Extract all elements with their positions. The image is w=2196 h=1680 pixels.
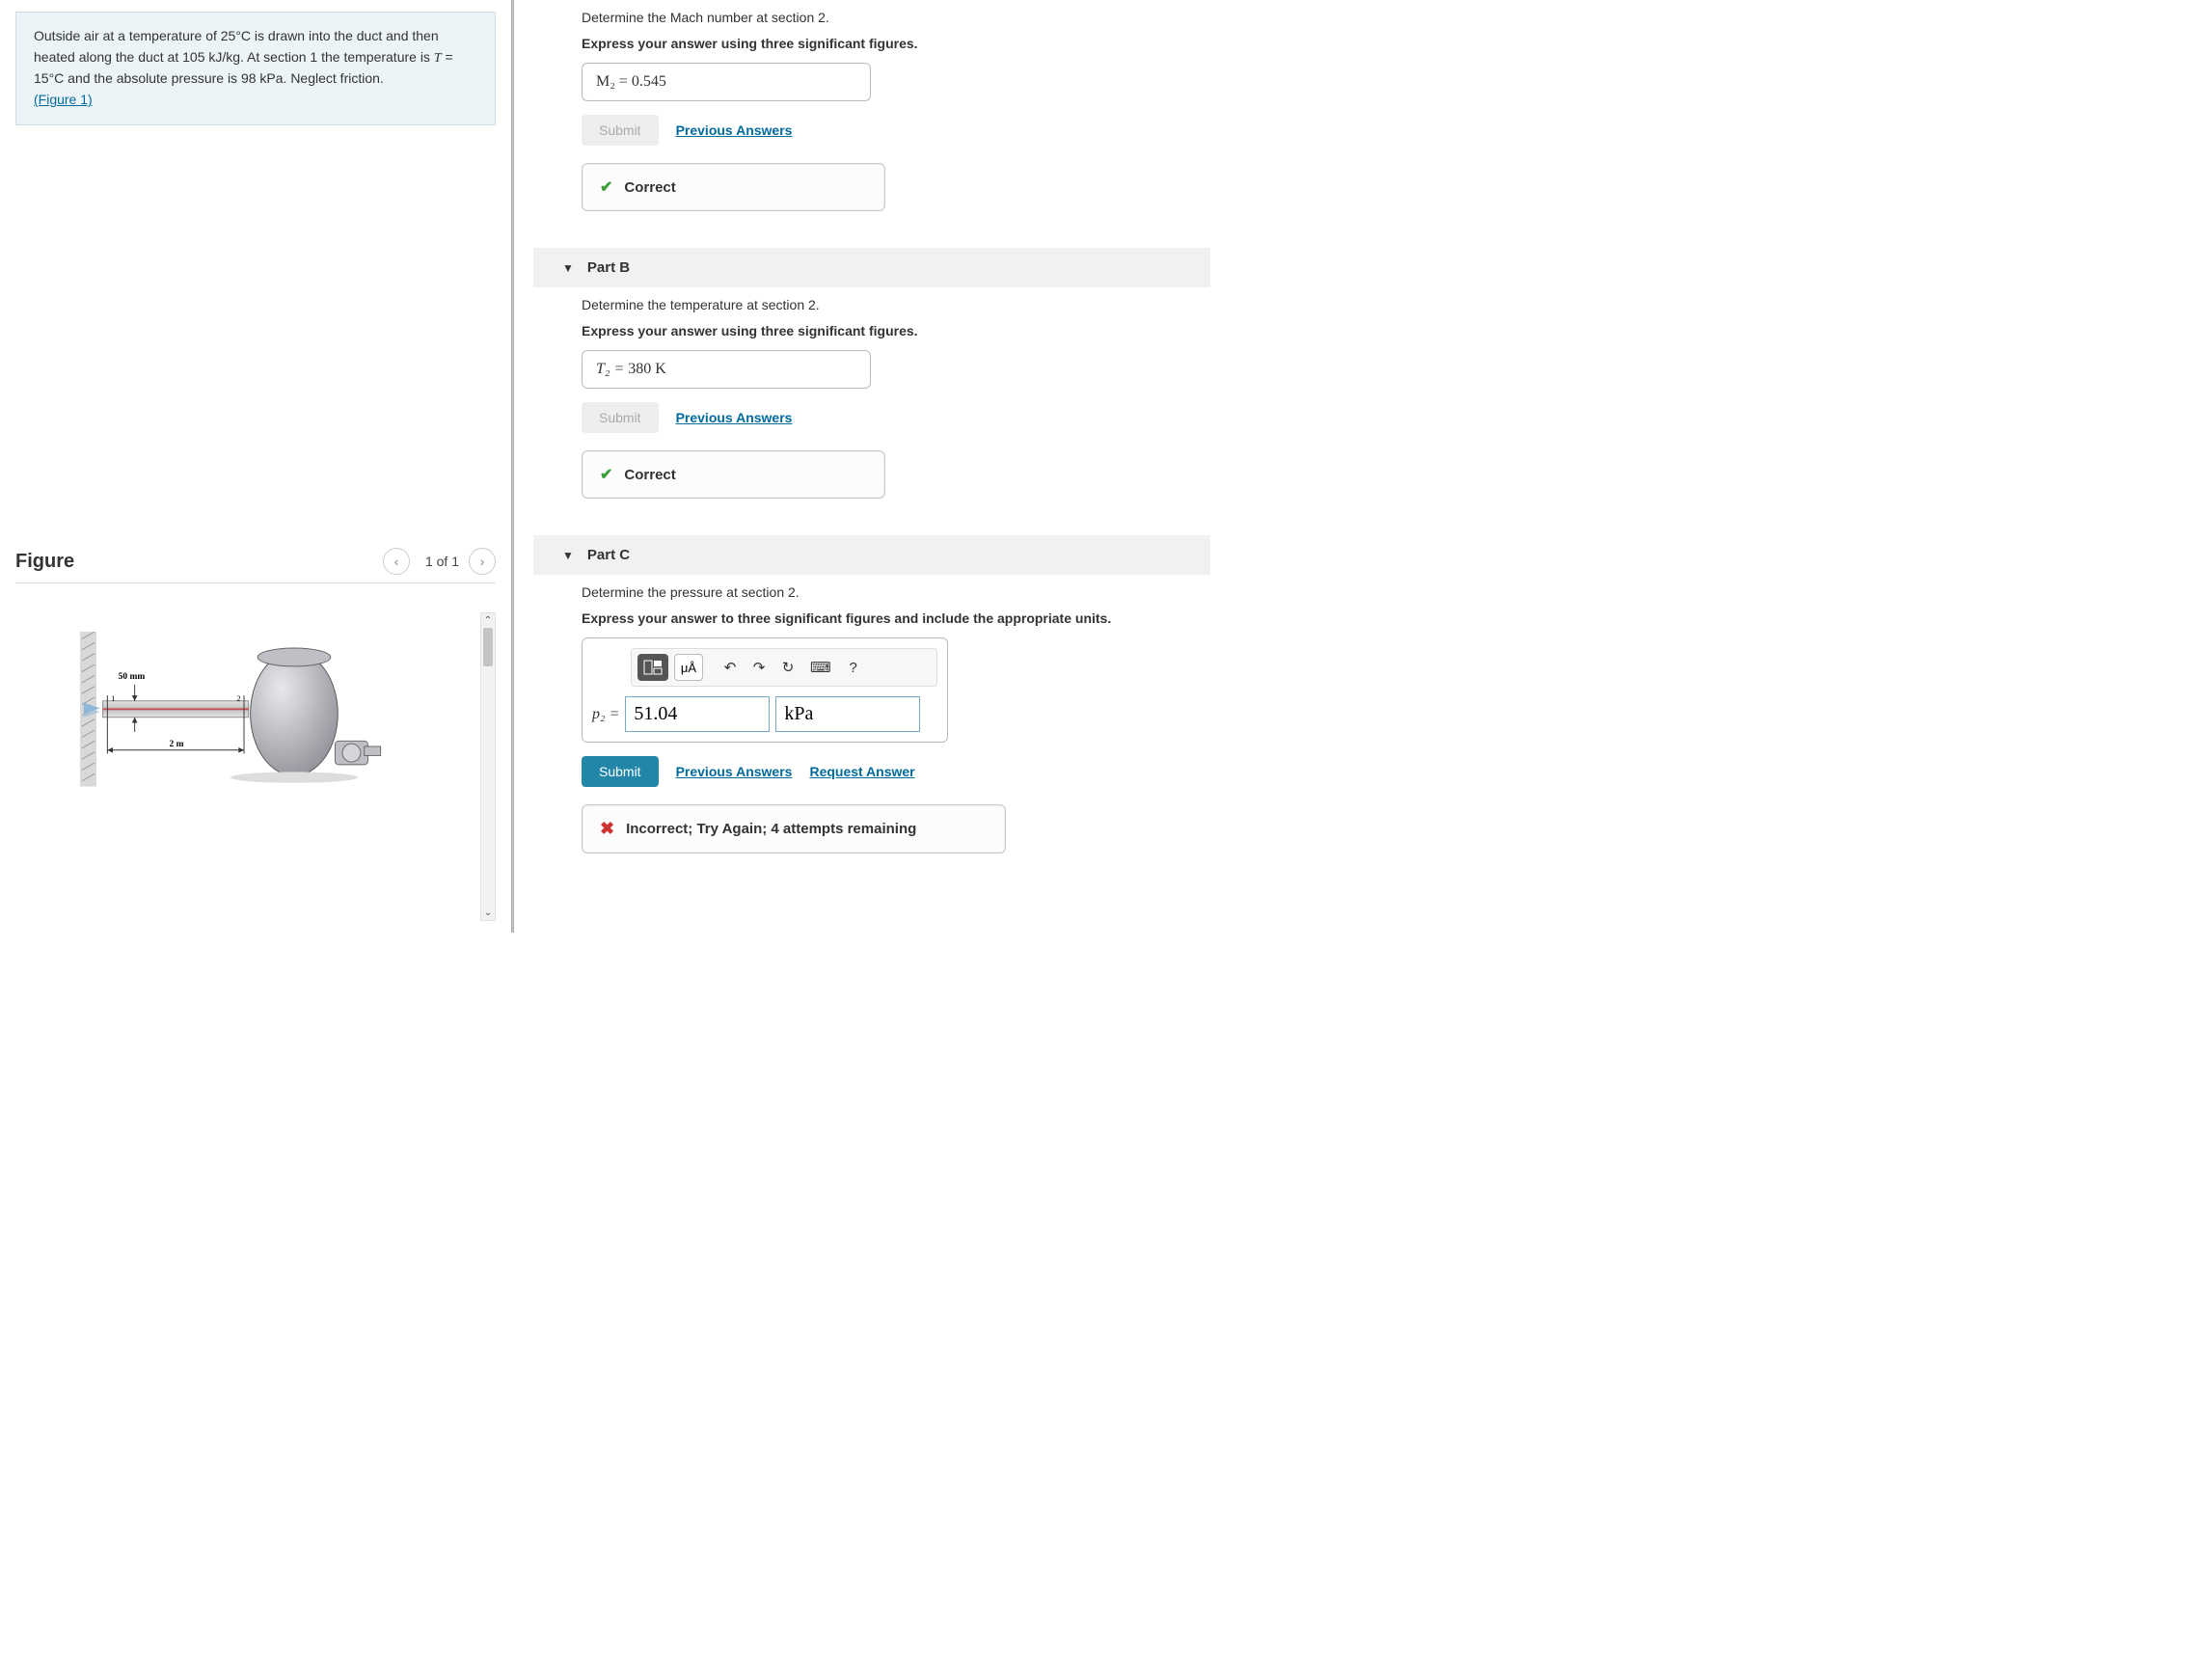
partC-input-panel: μÅ ↶ ↷ ↻ ⌨ ? p₂ =	[582, 637, 948, 743]
keyboard-icon[interactable]: ⌨	[805, 654, 836, 681]
undo-icon[interactable]: ↶	[718, 654, 742, 681]
partB-submit-button[interactable]: Submit	[582, 402, 659, 433]
partA-answer: M₂ = 0.545	[582, 63, 871, 101]
partB-answer-val: 380	[628, 361, 651, 377]
partC-lhs: p₂ =	[592, 706, 619, 723]
figure-counter: 1 of 1	[425, 554, 459, 569]
figure-header: Figure ‹ 1 of 1 ›	[15, 540, 496, 583]
figure-title: Figure	[15, 551, 383, 573]
help-icon[interactable]: ?	[842, 654, 865, 681]
check-icon: ✔	[600, 465, 612, 484]
partB-title: Part B	[587, 259, 630, 276]
reset-icon[interactable]: ↻	[776, 654, 800, 681]
partB-instruction: Express your answer using three signific…	[582, 323, 1191, 339]
partC-prompt: Determine the pressure at section 2.	[582, 583, 1191, 603]
partB-answer-unit: K	[651, 361, 666, 377]
figure-link[interactable]: (Figure 1)	[34, 92, 93, 107]
partA-instruction: Express your answer using three signific…	[582, 36, 1191, 51]
partA-submit-button[interactable]: Submit	[582, 115, 659, 146]
figure-label-50mm: 50 mm	[119, 672, 146, 682]
partC-value-input[interactable]	[625, 696, 770, 732]
scroll-thumb[interactable]	[483, 628, 493, 666]
figure-prev-button[interactable]: ‹	[383, 548, 410, 575]
figure-label-2: 2	[236, 693, 240, 703]
partC-title: Part C	[587, 547, 630, 563]
partC-feedback: ✖ Incorrect; Try Again; 4 attempts remai…	[582, 804, 1006, 854]
units-button[interactable]: μÅ	[674, 654, 703, 681]
partC-header[interactable]: ▼ Part C	[533, 535, 1210, 575]
problem-var-T: T	[434, 51, 442, 66]
partA-previous-answers-link[interactable]: Previous Answers	[676, 122, 793, 138]
partC-instruction: Express your answer to three significant…	[582, 610, 1191, 626]
figure-label-2m: 2 m	[170, 740, 184, 749]
check-icon: ✔	[600, 177, 612, 197]
templates-icon[interactable]	[637, 654, 668, 681]
caret-down-icon: ▼	[562, 261, 574, 275]
scroll-up-icon[interactable]: ⌃	[484, 613, 492, 628]
partC-submit-button[interactable]: Submit	[582, 756, 659, 787]
figure-image: 1 2 50 mm 2 m	[15, 612, 473, 806]
partA-prompt: Determine the Mach number at section 2.	[582, 8, 1191, 28]
partC-feedback-text: Incorrect; Try Again; 4 attempts remaini…	[626, 821, 916, 837]
partC-unit-input[interactable]	[775, 696, 920, 732]
partC-previous-answers-link[interactable]: Previous Answers	[676, 764, 793, 779]
redo-icon[interactable]: ↷	[747, 654, 771, 681]
caret-down-icon: ▼	[562, 549, 574, 562]
figure-label-1: 1	[111, 693, 115, 703]
partA-answer-lhs: M₂ =	[596, 73, 632, 90]
partB-answer-lhs: T₂ =	[596, 361, 628, 377]
equation-toolbar: μÅ ↶ ↷ ↻ ⌨ ?	[631, 648, 937, 687]
problem-text-1: Outside air at a temperature of 25°C is …	[34, 28, 439, 65]
partB-feedback-text: Correct	[624, 467, 675, 483]
figure-scrollbar[interactable]: ⌃ ⌄	[480, 612, 496, 921]
partA-feedback: ✔ Correct	[582, 163, 885, 211]
partB-previous-answers-link[interactable]: Previous Answers	[676, 410, 793, 425]
partC-request-answer-link[interactable]: Request Answer	[809, 764, 914, 779]
partB-feedback: ✔ Correct	[582, 450, 885, 499]
partB-header[interactable]: ▼ Part B	[533, 248, 1210, 287]
partA-answer-val: 0.545	[632, 73, 666, 90]
x-icon: ✖	[600, 819, 614, 839]
problem-statement: Outside air at a temperature of 25°C is …	[15, 12, 496, 125]
partB-prompt: Determine the temperature at section 2.	[582, 295, 1191, 315]
scroll-down-icon[interactable]: ⌄	[484, 906, 492, 920]
partA-feedback-text: Correct	[624, 179, 675, 196]
partB-answer: T₂ = 380 K	[582, 350, 871, 389]
figure-next-button[interactable]: ›	[469, 548, 496, 575]
